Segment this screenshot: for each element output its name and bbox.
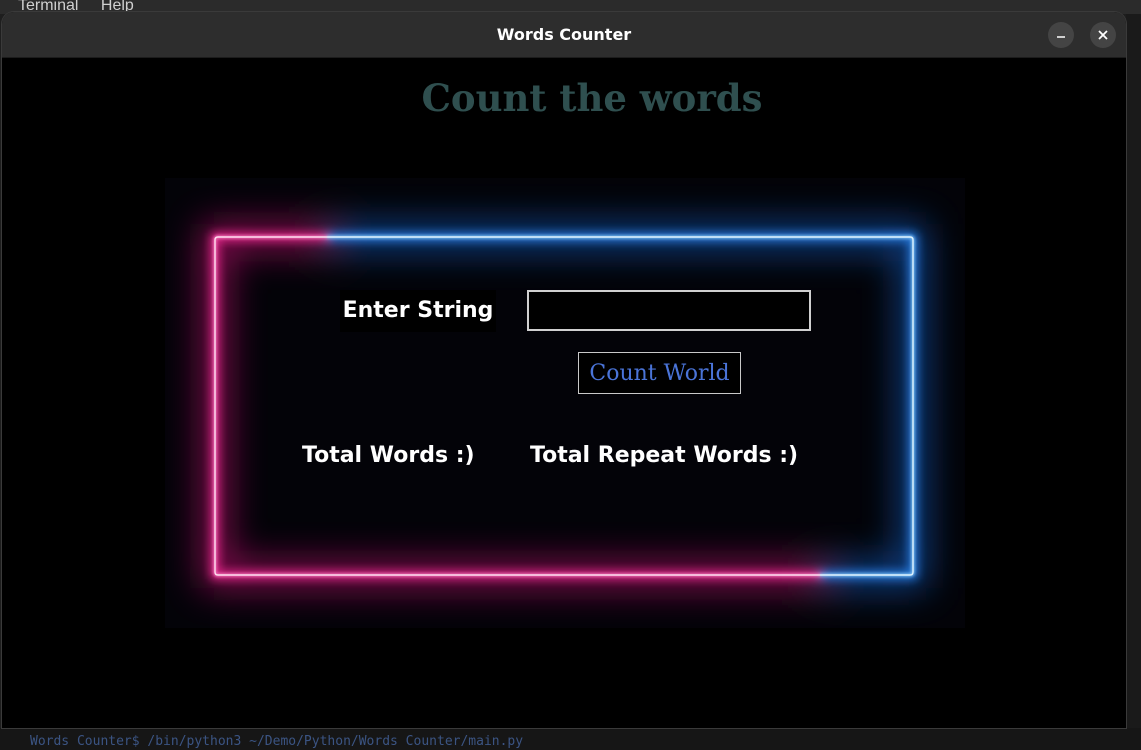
title-bar[interactable]: Words Counter [2, 12, 1126, 58]
window-title: Words Counter [496, 25, 632, 44]
background-terminal-command: Words Counter$ /bin/python3 ~/Demo/Pytho… [30, 734, 524, 749]
page-title: Count the words [421, 76, 763, 120]
close-icon [1098, 30, 1108, 40]
minimize-button[interactable] [1048, 22, 1074, 48]
string-input[interactable] [527, 290, 811, 331]
total-repeat-words-label: Total Repeat Words :) [530, 443, 799, 468]
app-window: Words Counter Count the words Enter Stri… [2, 12, 1126, 728]
close-button[interactable] [1090, 22, 1116, 48]
background-terminal-edge [1126, 14, 1141, 728]
total-words-label: Total Words :) [302, 443, 475, 468]
enter-string-label: Enter String [340, 290, 496, 332]
app-content: Count the words Enter String Count World… [2, 58, 1126, 728]
minimize-icon [1057, 36, 1065, 38]
count-world-button[interactable]: Count World [578, 352, 741, 394]
neon-frame-image [165, 178, 965, 628]
